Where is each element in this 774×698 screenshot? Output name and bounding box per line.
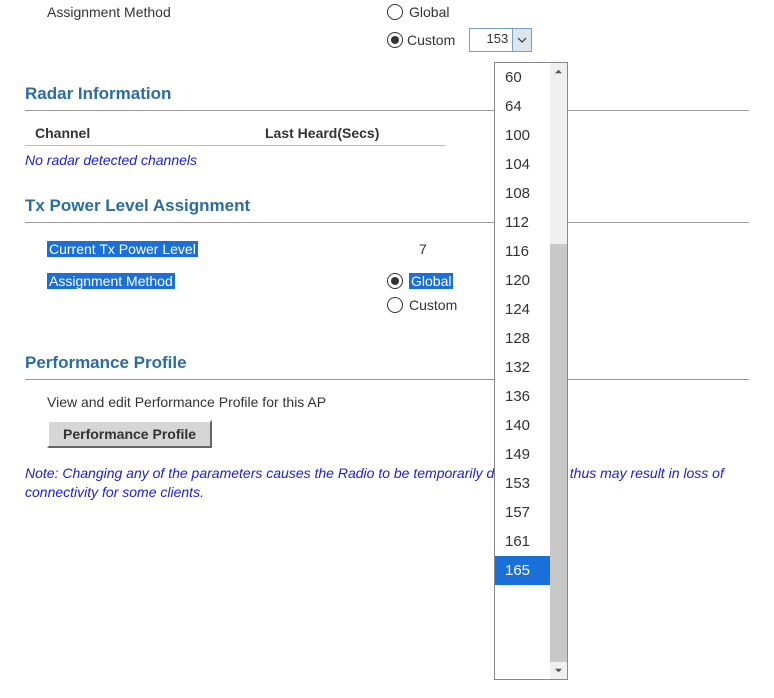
scroll-down-icon[interactable] [550, 662, 567, 679]
divider [25, 145, 445, 146]
channel-assignment-method-label: Assignment Method [25, 4, 387, 20]
dropdown-option[interactable]: 100 [495, 121, 550, 150]
scroll-thumb[interactable] [550, 244, 567, 662]
tx-assignment-method-label: Assignment Method [47, 273, 175, 289]
dropdown-option[interactable]: 112 [495, 208, 550, 237]
channel-custom-text: Custom [407, 32, 455, 48]
channel-select-value: 153 [470, 29, 513, 51]
tx-power-header: Tx Power Level Assignment [25, 196, 749, 216]
dropdown-option[interactable]: 64 [495, 92, 550, 121]
dropdown-option[interactable]: 161 [495, 527, 550, 556]
tx-current-level-label: Current Tx Power Level [47, 241, 198, 257]
tx-current-level-value: 7 [419, 241, 427, 257]
radar-empty-message: No radar detected channels [25, 152, 749, 168]
dropdown-option[interactable]: 104 [495, 150, 550, 179]
performance-profile-desc: View and edit Performance Profile for th… [25, 394, 749, 410]
dropdown-option[interactable]: 153 [495, 469, 550, 498]
dropdown-option[interactable]: 132 [495, 353, 550, 382]
scroll-up-icon[interactable] [550, 63, 567, 80]
tx-global-radio[interactable] [387, 273, 403, 289]
scrollbar[interactable] [550, 63, 567, 679]
dropdown-option[interactable]: 136 [495, 382, 550, 411]
divider [25, 110, 749, 111]
radar-col-channel: Channel [25, 125, 265, 141]
channel-custom-radio[interactable] [387, 32, 403, 48]
dropdown-option[interactable]: 108 [495, 179, 550, 208]
radar-info-header: Radar Information [25, 84, 749, 104]
tx-custom-radio[interactable] [387, 297, 403, 313]
channel-global-text: Global [409, 4, 449, 20]
divider [25, 379, 749, 380]
performance-profile-header: Performance Profile [25, 353, 749, 373]
dropdown-option[interactable]: 124 [495, 295, 550, 324]
dropdown-option[interactable]: 157 [495, 498, 550, 527]
tx-global-text: Global [409, 273, 453, 289]
divider [25, 222, 749, 223]
chevron-down-icon[interactable] [513, 29, 531, 51]
scroll-track[interactable] [550, 80, 567, 662]
dropdown-option[interactable]: 149 [495, 440, 550, 469]
note-text: Note: Changing any of the parameters cau… [25, 464, 749, 502]
dropdown-option[interactable]: 60 [495, 63, 550, 92]
channel-select[interactable]: 153 [469, 28, 532, 52]
radar-col-last-heard: Last Heard(Secs) [265, 125, 465, 141]
tx-custom-text: Custom [409, 297, 457, 313]
channel-dropdown[interactable]: 6064100104108112116120124128132136140149… [494, 62, 568, 680]
performance-profile-button[interactable]: Performance Profile [47, 420, 212, 448]
dropdown-option[interactable]: 128 [495, 324, 550, 353]
dropdown-option[interactable]: 116 [495, 237, 550, 266]
dropdown-option[interactable]: 165 [495, 556, 550, 585]
radar-table-header: Channel Last Heard(Secs) [25, 125, 749, 141]
channel-global-radio[interactable] [387, 4, 403, 20]
dropdown-option[interactable]: 120 [495, 266, 550, 295]
dropdown-option[interactable]: 140 [495, 411, 550, 440]
